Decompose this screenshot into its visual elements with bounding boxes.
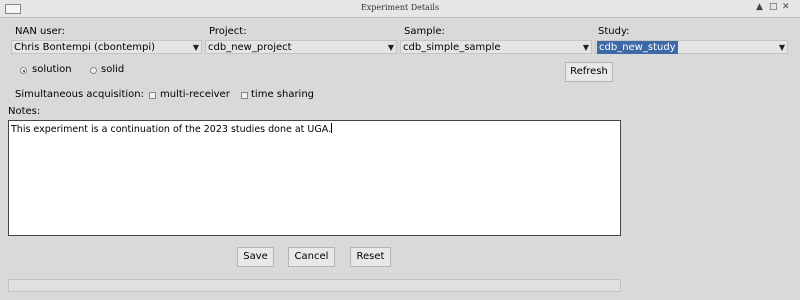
notes-label: Notes: <box>8 106 41 117</box>
dropdown-arrow-icon: ▼ <box>387 43 394 52</box>
dropdown-arrow-icon: ▼ <box>192 43 199 52</box>
project-label: Project: <box>209 26 247 37</box>
window-title: Experiment Details <box>360 3 440 12</box>
dropdown-arrow-icon: ▼ <box>582 43 589 52</box>
multi-receiver-label: multi-receiver <box>160 89 230 100</box>
study-label: Study: <box>598 26 630 37</box>
status-bar <box>8 279 621 292</box>
maximize-icon[interactable]: □ <box>769 2 778 12</box>
project-value: cdb_new_project <box>208 42 292 53</box>
cancel-button[interactable]: Cancel <box>288 247 335 267</box>
time-sharing-checkbox[interactable] <box>241 92 248 99</box>
study-select[interactable]: cdb_new_study ▼ <box>595 40 788 54</box>
solid-label: solid <box>101 64 125 75</box>
sample-value: cdb_simple_sample <box>403 42 501 53</box>
refresh-button[interactable]: Refresh <box>565 62 613 82</box>
solution-radio[interactable] <box>20 67 27 74</box>
text-cursor <box>331 123 333 133</box>
multi-receiver-checkbox[interactable] <box>149 92 156 99</box>
acquisition-label: Simultaneous acquisition: <box>15 89 144 100</box>
nan-user-select[interactable]: Chris Bontempi (cbontempi) ▼ <box>11 40 202 54</box>
nan-user-label: NAN user: <box>15 26 65 37</box>
solution-label: solution <box>32 64 72 75</box>
save-button[interactable]: Save <box>237 247 274 267</box>
notes-text: This experiment is a continuation of the… <box>11 124 332 135</box>
solid-radio[interactable] <box>90 67 97 74</box>
close-icon[interactable]: ✕ <box>782 2 790 12</box>
time-sharing-label: time sharing <box>251 89 315 100</box>
project-select[interactable]: cdb_new_project ▼ <box>205 40 397 54</box>
nan-user-value: Chris Bontempi (cbontempi) <box>14 42 156 53</box>
sample-label: Sample: <box>404 26 445 37</box>
dropdown-arrow-icon: ▼ <box>778 43 785 52</box>
reset-button[interactable]: Reset <box>350 247 391 267</box>
study-value: cdb_new_study <box>597 41 678 54</box>
notes-textarea[interactable]: This experiment is a continuation of the… <box>8 120 621 236</box>
title-bar: Experiment Details ▲ □ ✕ <box>0 0 800 18</box>
collapse-icon[interactable]: ▲ <box>756 2 763 12</box>
sample-select[interactable]: cdb_simple_sample ▼ <box>400 40 592 54</box>
